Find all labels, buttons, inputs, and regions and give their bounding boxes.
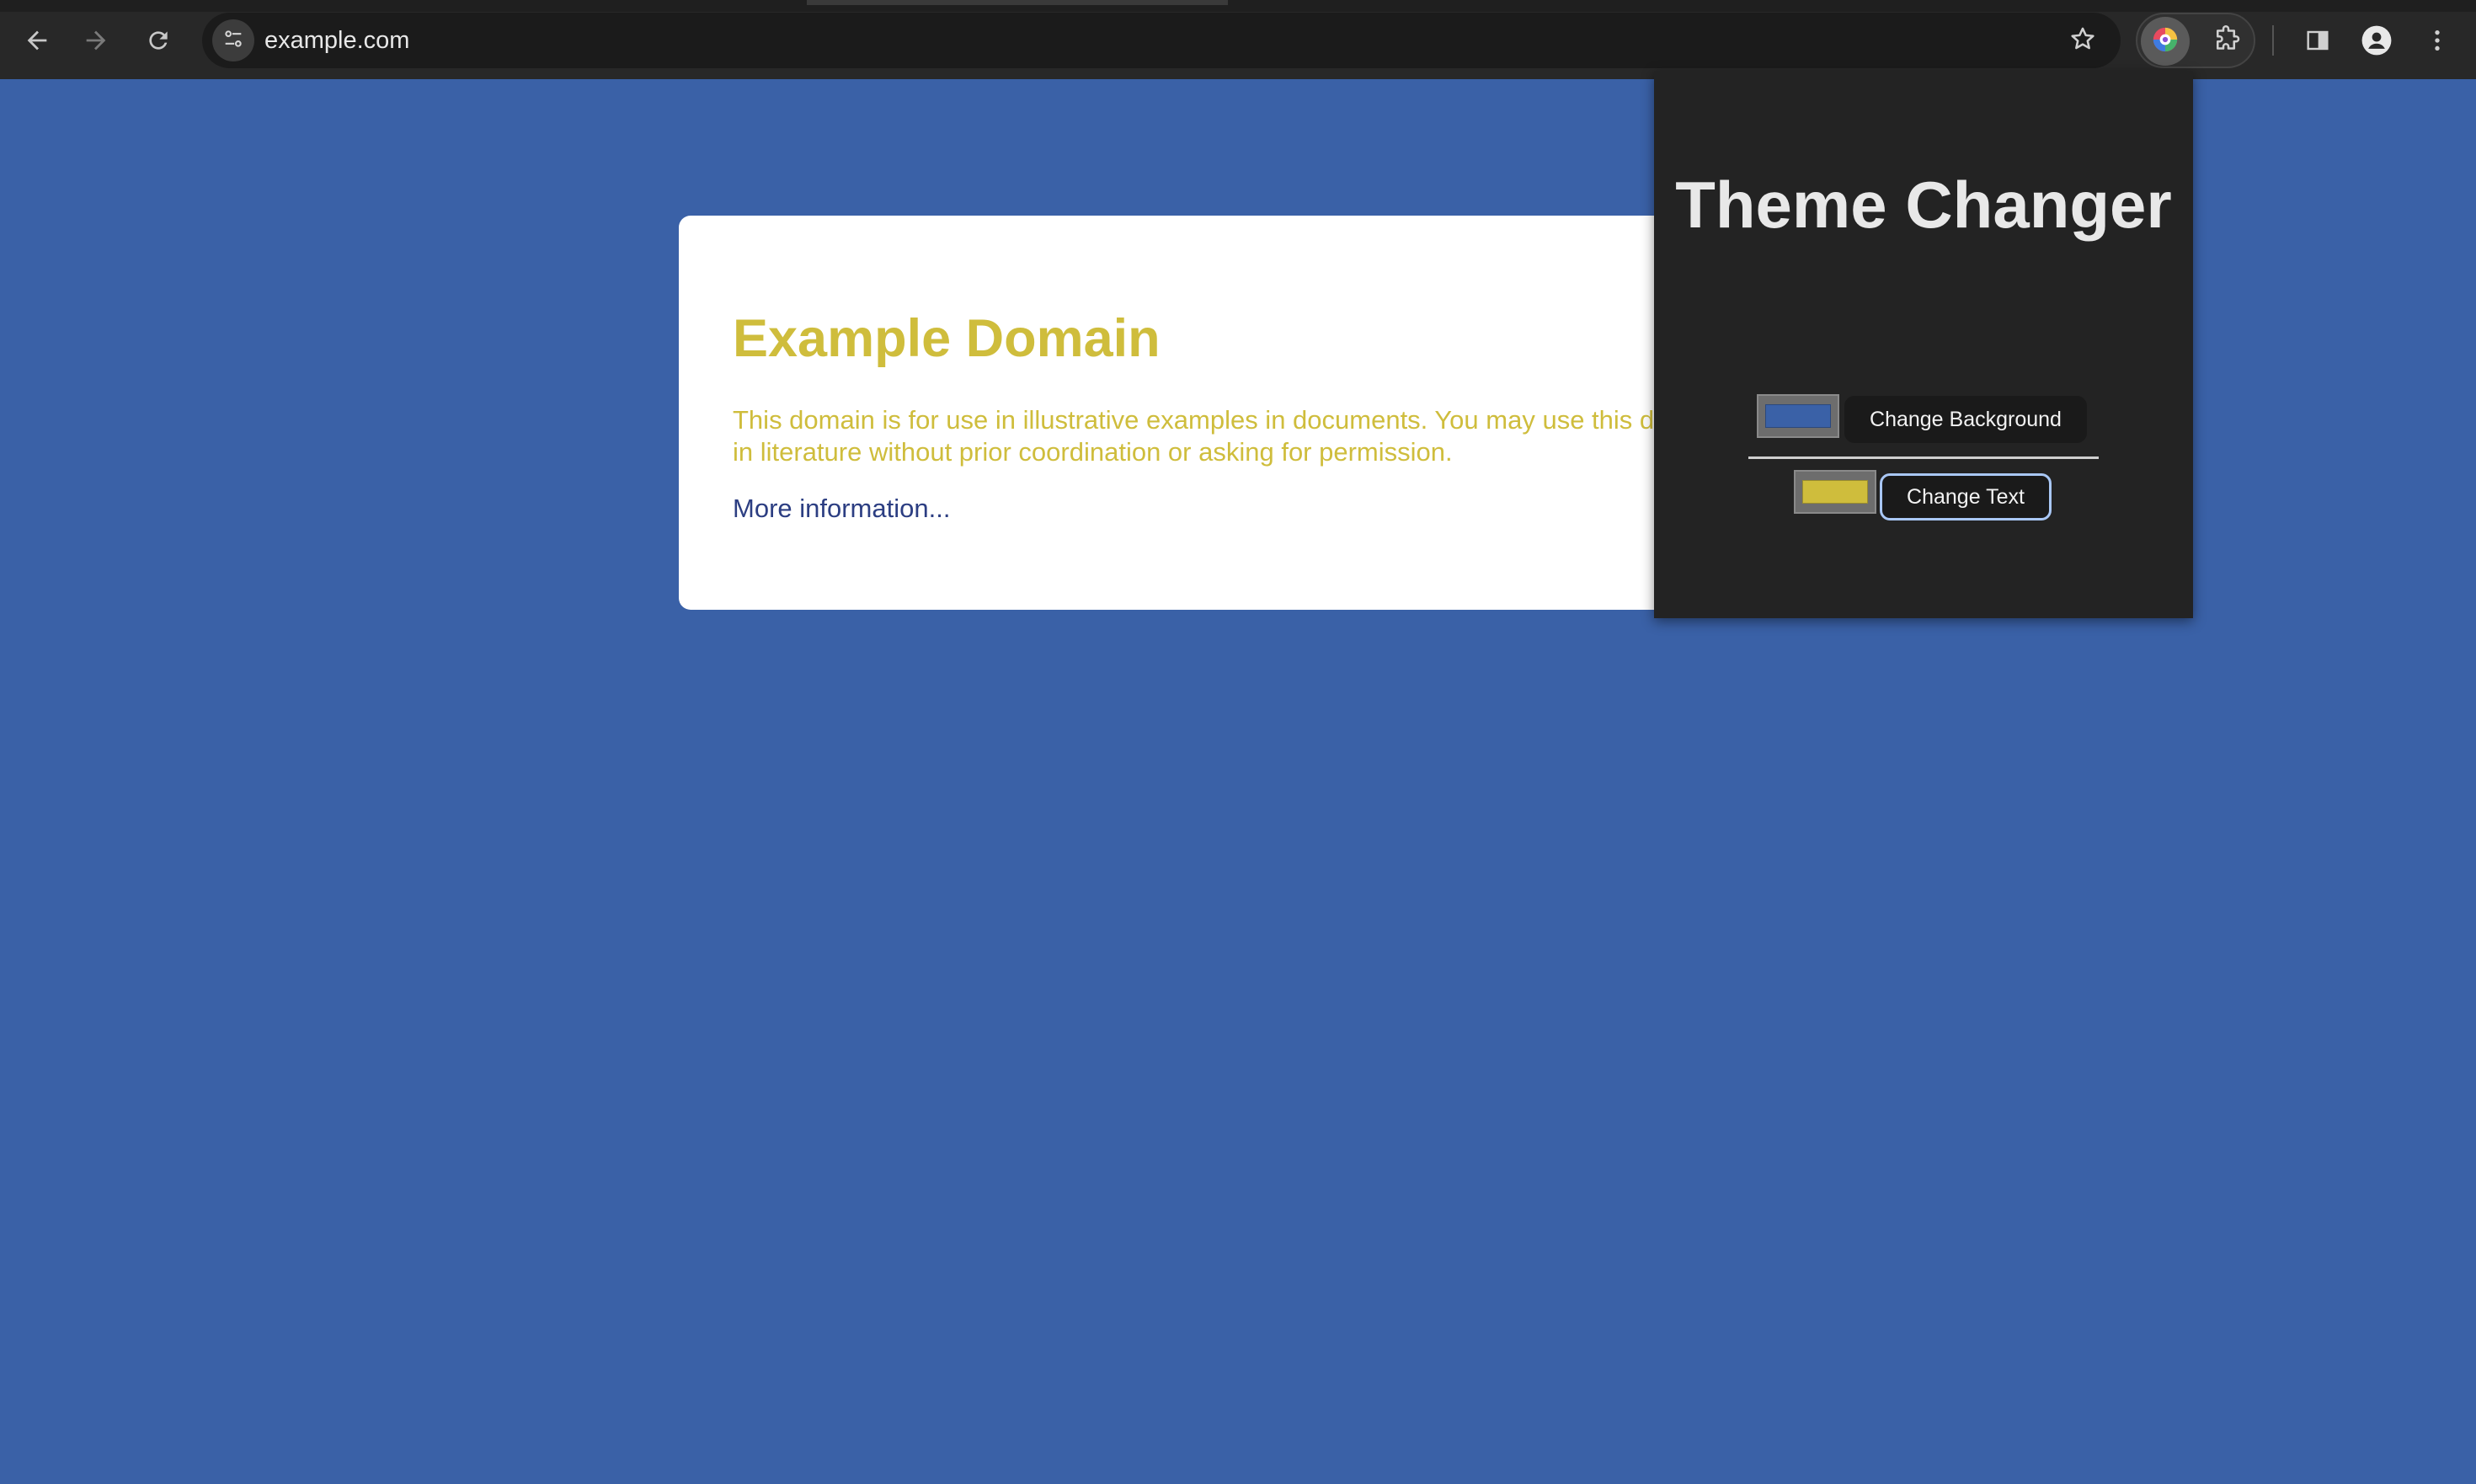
text-color-picker[interactable] <box>1794 470 1876 514</box>
arrow-left-icon <box>23 26 51 55</box>
reload-icon <box>145 27 172 54</box>
toolbar-divider <box>2272 25 2274 56</box>
profile-button[interactable] <box>2355 19 2399 62</box>
bookmark-button[interactable] <box>2063 21 2102 60</box>
content-card: Example Domain This domain is for use in… <box>679 216 1689 610</box>
tab-strip <box>0 0 2476 12</box>
tune-icon <box>221 27 245 55</box>
theme-changer-popup: Theme Changer Change Background Change T… <box>1654 71 2193 618</box>
site-info-button[interactable] <box>212 19 254 61</box>
change-background-button[interactable]: Change Background <box>1844 396 2087 443</box>
side-panel-button[interactable] <box>2296 19 2340 62</box>
kebab-menu-icon <box>2424 27 2451 54</box>
theme-changer-extension-button[interactable] <box>2141 17 2190 66</box>
extensions-button[interactable] <box>2203 19 2249 64</box>
side-panel-icon <box>2304 27 2331 54</box>
text-color-swatch <box>1802 480 1868 504</box>
more-information-link[interactable]: More information... <box>733 494 950 524</box>
star-icon <box>2068 24 2097 57</box>
address-bar[interactable]: example.com <box>202 13 2121 68</box>
puzzle-icon <box>2211 24 2241 59</box>
change-text-button[interactable]: Change Text <box>1880 473 2052 520</box>
url-text[interactable]: example.com <box>264 26 409 55</box>
popup-divider <box>1748 456 2099 459</box>
person-icon <box>2361 24 2393 56</box>
page-title: Example Domain <box>733 309 1161 368</box>
background-color-swatch <box>1765 404 1831 428</box>
active-tab-edge[interactable] <box>807 0 1228 5</box>
page-description: This domain is for use in illustrative e… <box>733 405 1689 467</box>
popup-title: Theme Changer <box>1675 168 2172 242</box>
browser-menu-button[interactable] <box>2415 19 2459 62</box>
back-button[interactable] <box>15 19 59 62</box>
color-wheel-icon <box>2151 25 2180 58</box>
background-color-picker[interactable] <box>1757 394 1839 438</box>
arrow-right-icon <box>82 26 110 55</box>
forward-button[interactable] <box>74 19 118 62</box>
browser-toolbar: example.com <box>0 0 2476 79</box>
reload-button[interactable] <box>136 19 180 62</box>
